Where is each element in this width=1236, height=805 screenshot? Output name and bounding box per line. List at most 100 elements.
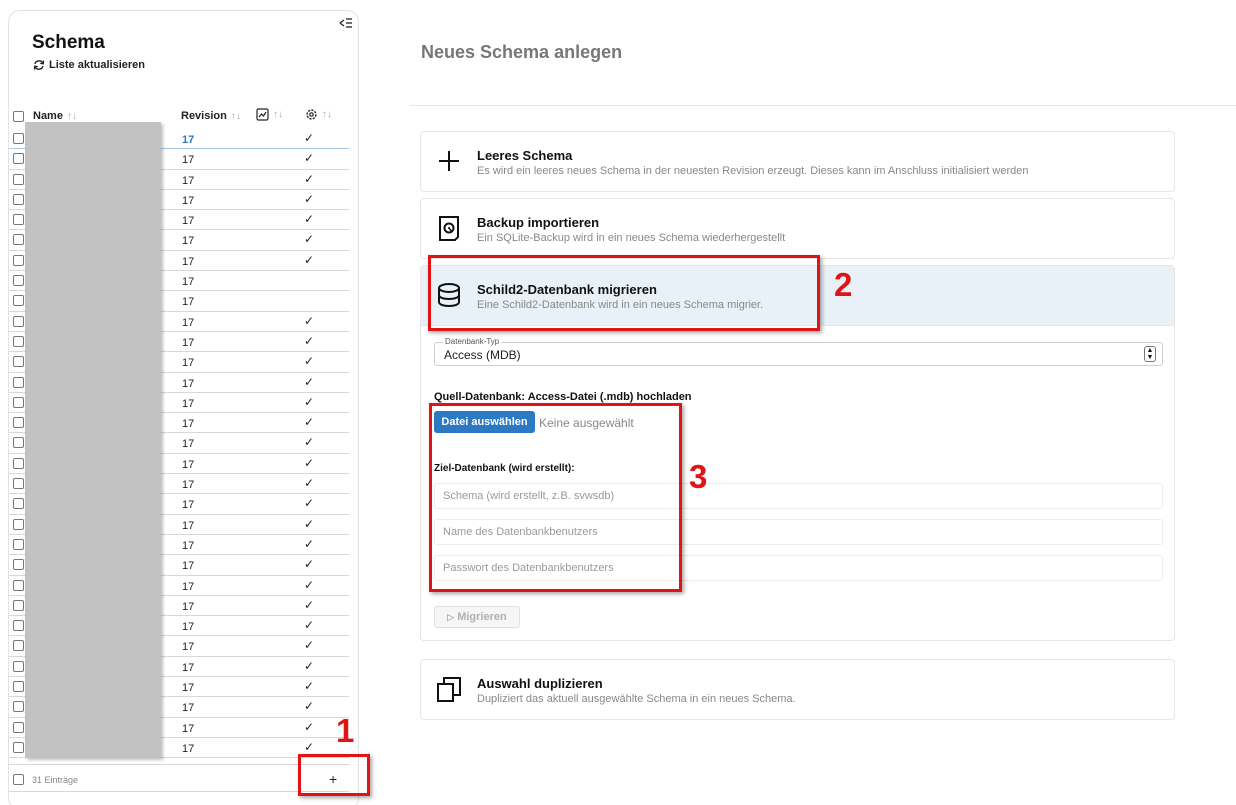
row-revision: 17 <box>182 397 195 410</box>
row-checkbox[interactable] <box>13 457 24 469</box>
check-icon: ✓ <box>304 212 315 227</box>
row-checkbox[interactable] <box>13 254 24 266</box>
chart-icon <box>256 108 269 121</box>
row-checkbox[interactable] <box>13 153 24 165</box>
row-checkbox[interactable] <box>13 741 24 753</box>
row-revision: 17 <box>182 519 195 532</box>
row-checkbox[interactable] <box>13 376 24 388</box>
db-type-label: Datenbank-Typ <box>443 337 502 346</box>
row-checkbox[interactable] <box>13 133 24 144</box>
row-checkbox[interactable] <box>13 518 24 530</box>
sidebar-title: Schema <box>32 32 105 53</box>
footer-checkbox[interactable] <box>13 774 24 785</box>
source-db-label: Quell-Datenbank: Access-Datei (.mdb) hoc… <box>434 391 692 403</box>
row-checkbox[interactable] <box>13 193 24 205</box>
row-checkbox[interactable] <box>13 234 24 246</box>
row-revision: 17 <box>182 742 195 755</box>
row-checkbox[interactable] <box>13 356 24 368</box>
card-backup-header[interactable]: Backup importieren Ein SQLite-Backup wir… <box>421 199 1174 259</box>
row-checkbox[interactable] <box>13 295 24 307</box>
row-checkbox[interactable] <box>13 660 24 672</box>
migrate-button[interactable]: ▷ Migrieren <box>434 606 520 628</box>
sort-icon[interactable]: ↑↓ <box>273 109 283 120</box>
row-checkbox[interactable] <box>13 599 24 611</box>
check-icon: ✓ <box>304 516 315 531</box>
check-icon: ✓ <box>304 658 315 673</box>
redacted-names <box>25 122 161 758</box>
card-duplicate-header[interactable]: Auswahl duplizieren Dupliziert das aktue… <box>421 660 1174 720</box>
annotation-box-2 <box>428 255 820 331</box>
row-revision: 17 <box>182 134 195 146</box>
column-name[interactable]: Name ↑↓ <box>33 110 77 122</box>
row-checkbox[interactable] <box>13 721 24 733</box>
row-checkbox[interactable] <box>13 437 24 449</box>
check-icon: ✓ <box>304 333 315 348</box>
copy-icon <box>437 677 461 702</box>
card-backup-import[interactable]: Backup importieren Ein SQLite-Backup wir… <box>420 198 1175 259</box>
refresh-list-button[interactable]: Liste aktualisieren <box>33 59 145 71</box>
column-revision[interactable]: Revision ↑↓ <box>181 110 241 122</box>
check-icon: ✓ <box>304 476 315 491</box>
row-revision: 17 <box>182 174 195 187</box>
play-icon: ▷ <box>447 612 455 622</box>
collapse-left-icon[interactable] <box>339 17 353 32</box>
check-icon: ✓ <box>304 252 315 267</box>
card-duplicate-selection[interactable]: Auswahl duplizieren Dupliziert das aktue… <box>420 659 1175 720</box>
check-icon: ✓ <box>304 171 315 186</box>
row-revision: 17 <box>182 438 195 451</box>
check-icon: ✓ <box>304 232 315 247</box>
check-icon: ✓ <box>304 557 315 572</box>
gear-icon <box>306 109 317 120</box>
row-checkbox[interactable] <box>13 559 24 571</box>
row-checkbox[interactable] <box>13 315 24 327</box>
check-icon: ✓ <box>304 536 315 551</box>
row-checkbox[interactable] <box>13 417 24 429</box>
row-checkbox[interactable] <box>13 620 24 632</box>
card-description: Ein SQLite-Backup wird in ein neues Sche… <box>477 232 786 244</box>
annotation-box-3 <box>429 403 682 592</box>
row-checkbox[interactable] <box>13 396 24 408</box>
annotation-box-1 <box>298 754 370 796</box>
select-updown-icon[interactable]: ▲ ▼ <box>1144 346 1156 362</box>
row-revision: 17 <box>182 682 195 695</box>
refresh-icon <box>33 60 45 70</box>
card-title: Backup importieren <box>477 215 600 230</box>
column-chart[interactable]: ↑↓ <box>256 108 283 121</box>
annotation-number-3: 3 <box>689 458 708 495</box>
row-revision: 17 <box>182 600 195 613</box>
row-revision: 17 <box>182 357 195 370</box>
row-checkbox[interactable] <box>13 498 24 510</box>
db-type-select[interactable]: Datenbank-Typ Access (MDB) ▲ ▼ <box>434 337 1163 366</box>
row-checkbox[interactable] <box>13 275 24 287</box>
card-empty-schema[interactable]: Leeres Schema Es wird ein leeres neues S… <box>420 131 1175 192</box>
select-all-checkbox[interactable] <box>13 111 24 122</box>
sort-icon[interactable]: ↑↓ <box>322 109 332 120</box>
row-checkbox[interactable] <box>13 701 24 713</box>
row-revision: 17 <box>182 661 195 674</box>
row-revision: 17 <box>182 580 195 593</box>
check-icon: ✓ <box>304 699 315 714</box>
sort-icon[interactable]: ↑↓ <box>231 111 241 122</box>
card-description: Dupliziert das aktuell ausgewählte Schem… <box>477 693 796 705</box>
row-revision: 17 <box>182 560 195 573</box>
column-settings[interactable]: ↑↓ <box>305 108 332 121</box>
row-revision: 17 <box>182 458 195 471</box>
row-checkbox[interactable] <box>13 681 24 693</box>
row-checkbox[interactable] <box>13 579 24 591</box>
row-checkbox[interactable] <box>13 173 24 185</box>
card-description: Es wird ein leeres neues Schema in der n… <box>477 165 1029 177</box>
annotation-number-1: 1 <box>336 712 355 749</box>
check-icon: ✓ <box>304 496 315 511</box>
row-checkbox[interactable] <box>13 538 24 550</box>
row-checkbox[interactable] <box>13 214 24 226</box>
refresh-label: Liste aktualisieren <box>49 59 145 71</box>
row-checkbox[interactable] <box>13 478 24 490</box>
row-checkbox[interactable] <box>13 335 24 347</box>
row-revision: 17 <box>182 641 195 654</box>
card-title: Auswahl duplizieren <box>477 676 603 691</box>
row-checkbox[interactable] <box>13 640 24 652</box>
sort-icon[interactable]: ↑↓ <box>67 111 77 122</box>
check-icon: ✓ <box>304 597 315 612</box>
card-empty-schema-header[interactable]: Leeres Schema Es wird ein leeres neues S… <box>421 132 1174 192</box>
row-revision: 17 <box>182 336 195 349</box>
